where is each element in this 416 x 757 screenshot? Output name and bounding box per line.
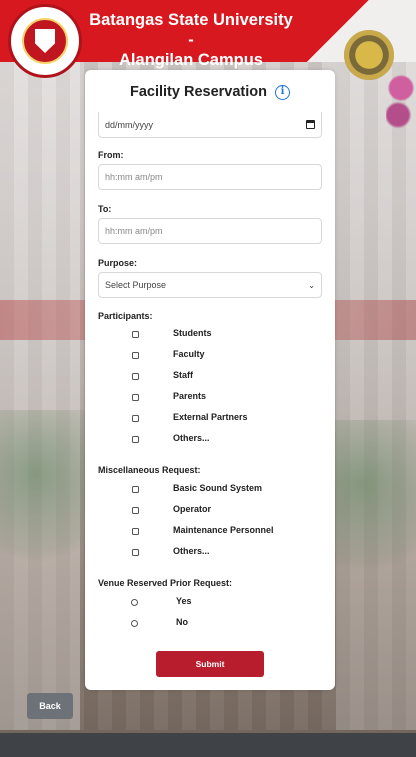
info-icon[interactable]: i bbox=[275, 84, 291, 100]
purpose-selected-value: Select Purpose bbox=[105, 280, 167, 290]
from-label: From: bbox=[98, 150, 124, 160]
participant-staff-checkbox[interactable] bbox=[132, 373, 139, 380]
date-input-placeholder: dd/mm/yyyy bbox=[105, 119, 154, 130]
participant-option-label: Parents bbox=[173, 391, 207, 401]
site-title-line2: Alangilan Campus bbox=[119, 51, 263, 69]
calendar-icon[interactable] bbox=[306, 120, 315, 129]
engineering-gear-logo bbox=[344, 30, 394, 80]
date-input[interactable]: dd/mm/yyyy bbox=[98, 112, 322, 138]
misc-option[interactable]: Basic Sound System bbox=[85, 483, 335, 497]
misc-operator-checkbox[interactable] bbox=[132, 507, 139, 514]
misc-option[interactable]: Operator bbox=[85, 504, 335, 518]
venue-option-label: No bbox=[176, 617, 188, 627]
participant-option[interactable]: Staff bbox=[85, 370, 335, 384]
participant-option[interactable]: External Partners bbox=[85, 412, 335, 426]
form-title: Facility Reservation i bbox=[85, 84, 335, 100]
site-title: Batangas State University - Alangilan Ca… bbox=[86, 10, 296, 70]
participant-option[interactable]: Others... bbox=[85, 433, 335, 447]
participant-option-label: Faculty bbox=[173, 349, 205, 359]
misc-option-label: Maintenance Personnel bbox=[173, 525, 274, 535]
venue-reserved-label: Venue Reserved Prior Request: bbox=[98, 578, 233, 588]
back-button[interactable]: Back bbox=[27, 693, 73, 719]
participant-option[interactable]: Faculty bbox=[85, 349, 335, 363]
background-trees-left bbox=[0, 410, 90, 570]
misc-sound-system-checkbox[interactable] bbox=[132, 486, 139, 493]
participant-option-label: Students bbox=[173, 328, 212, 338]
participant-option-label: Others... bbox=[173, 433, 210, 443]
form-title-text: Facility Reservation bbox=[129, 84, 267, 101]
venue-yes-radio[interactable] bbox=[131, 599, 138, 606]
participant-option[interactable]: Students bbox=[85, 328, 335, 342]
purpose-label: Purpose: bbox=[98, 258, 138, 268]
venue-option-label: Yes bbox=[176, 596, 192, 606]
university-logo bbox=[8, 4, 82, 78]
participant-faculty-checkbox[interactable] bbox=[132, 352, 139, 359]
chevron-down-icon: ⌄ bbox=[308, 281, 315, 290]
participant-parents-checkbox[interactable] bbox=[132, 394, 139, 401]
to-label: To: bbox=[98, 204, 112, 214]
site-title-line1: Batangas State University - bbox=[89, 11, 293, 49]
participant-option-label: External Partners bbox=[173, 412, 248, 422]
page-footer bbox=[0, 733, 416, 757]
purpose-select[interactable]: Select Purpose ⌄ bbox=[98, 272, 322, 298]
participant-external-partners-checkbox[interactable] bbox=[132, 415, 139, 422]
misc-maintenance-checkbox[interactable] bbox=[132, 528, 139, 535]
to-time-input[interactable]: hh:mm am/pm bbox=[98, 218, 322, 244]
venue-option[interactable]: Yes bbox=[85, 596, 335, 610]
from-time-input[interactable]: hh:mm am/pm bbox=[98, 164, 322, 190]
participants-label: Participants: bbox=[98, 311, 153, 321]
participant-option-label: Staff bbox=[173, 370, 193, 380]
participant-option[interactable]: Parents bbox=[85, 391, 335, 405]
misc-option[interactable]: Maintenance Personnel bbox=[85, 525, 335, 539]
background-trees-right bbox=[326, 420, 416, 580]
misc-option-label: Operator bbox=[173, 504, 212, 514]
from-time-placeholder: hh:mm am/pm bbox=[105, 172, 163, 182]
misc-option-label: Others... bbox=[173, 546, 210, 556]
misc-option[interactable]: Others... bbox=[85, 546, 335, 560]
to-time-placeholder: hh:mm am/pm bbox=[105, 226, 163, 236]
misc-option-label: Basic Sound System bbox=[173, 483, 263, 493]
submit-button[interactable]: Submit bbox=[156, 651, 264, 677]
venue-no-radio[interactable] bbox=[131, 620, 138, 627]
participant-students-checkbox[interactable] bbox=[132, 331, 139, 338]
flowers-decoration bbox=[386, 70, 416, 130]
venue-option[interactable]: No bbox=[85, 617, 335, 631]
misc-others-checkbox[interactable] bbox=[132, 549, 139, 556]
reservation-form-card: Facility Reservation i dd/mm/yyyy From: … bbox=[85, 70, 335, 690]
misc-request-label: Miscellaneous Request: bbox=[98, 465, 201, 475]
participant-others-checkbox[interactable] bbox=[132, 436, 139, 443]
